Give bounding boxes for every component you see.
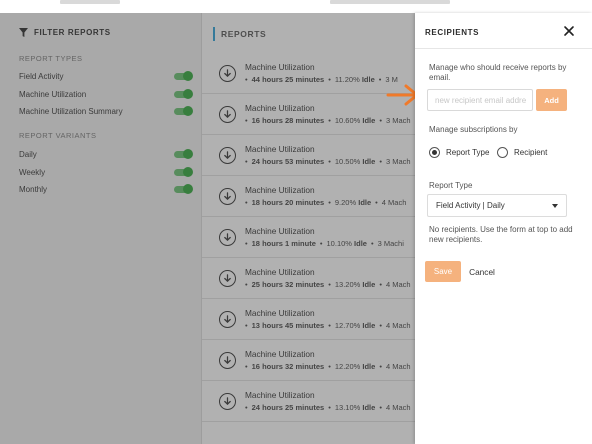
recipients-description: Manage who should receive reports by ema… — [429, 63, 567, 82]
recipients-panel: RECIPIENTS Manage who should receive rep… — [415, 13, 592, 444]
radio-circle[interactable] — [497, 147, 508, 158]
save-button[interactable]: Save — [425, 261, 461, 282]
close-icon[interactable] — [563, 25, 575, 37]
subscriptions-label: Manage subscriptions by — [429, 125, 518, 134]
panel-divider — [415, 48, 592, 49]
recipient-email-input[interactable] — [427, 89, 533, 111]
top-strip — [0, 0, 592, 13]
radio-recipient[interactable]: Recipient — [497, 147, 547, 158]
radio-report-type[interactable]: Report Type — [429, 147, 489, 158]
radio-label: Recipient — [514, 148, 548, 157]
top-strip-ghost — [330, 0, 450, 4]
report-type-select[interactable]: Field Activity | Daily — [427, 194, 567, 217]
top-strip-ghost — [60, 0, 120, 4]
radio-circle-selected[interactable] — [429, 147, 440, 158]
cancel-button[interactable]: Cancel — [467, 261, 497, 282]
add-recipient-button[interactable]: Add — [536, 89, 567, 111]
caret-down-icon — [552, 204, 558, 208]
report-type-label: Report Type — [429, 181, 473, 190]
empty-recipients-message: No recipients. Use the form at top to ad… — [429, 225, 573, 244]
radio-label: Report Type — [446, 148, 490, 157]
panel-title: RECIPIENTS — [425, 28, 480, 37]
modal-backdrop[interactable] — [0, 13, 415, 444]
select-value: Field Activity | Daily — [436, 201, 505, 210]
